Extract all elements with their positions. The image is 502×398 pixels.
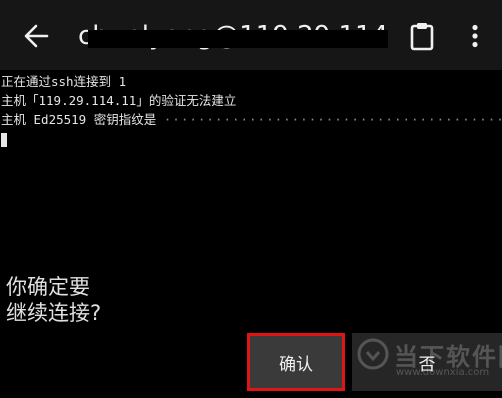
deny-button[interactable]: 否 — [352, 333, 502, 391]
title-redaction — [88, 30, 388, 48]
terminal-cursor — [1, 132, 7, 147]
confirm-question-line1: 你确定要 — [6, 275, 90, 299]
confirm-button[interactable]: 确认 — [247, 333, 345, 391]
clipboard-icon — [410, 23, 434, 51]
top-app-bar: chunlyang@119.29.114. — [0, 0, 502, 70]
back-button[interactable] — [18, 18, 54, 54]
more-vert-icon — [472, 24, 478, 48]
terminal-line-fingerprint: 主机 Ed25519 密钥指纹是 ·······················… — [1, 110, 502, 129]
terminal-cursor-line — [1, 129, 502, 148]
terminal-line-connecting: 正在通过ssh连接到 1 — [1, 74, 127, 89]
fingerprint-label: 主机 Ed25519 密钥指纹是 — [1, 112, 157, 127]
clipboard-button[interactable] — [404, 16, 440, 56]
more-options-button[interactable] — [460, 16, 490, 56]
back-arrow-icon — [24, 24, 49, 48]
terminal-line-auth-failed: 主机「119.29.114.11」的验证无法建立 — [1, 93, 237, 108]
fingerprint-masked: ········································… — [163, 112, 502, 127]
confirm-question-line2: 继续连接? — [6, 301, 102, 325]
confirm-question: 你确定要 继续连接? — [6, 274, 206, 326]
